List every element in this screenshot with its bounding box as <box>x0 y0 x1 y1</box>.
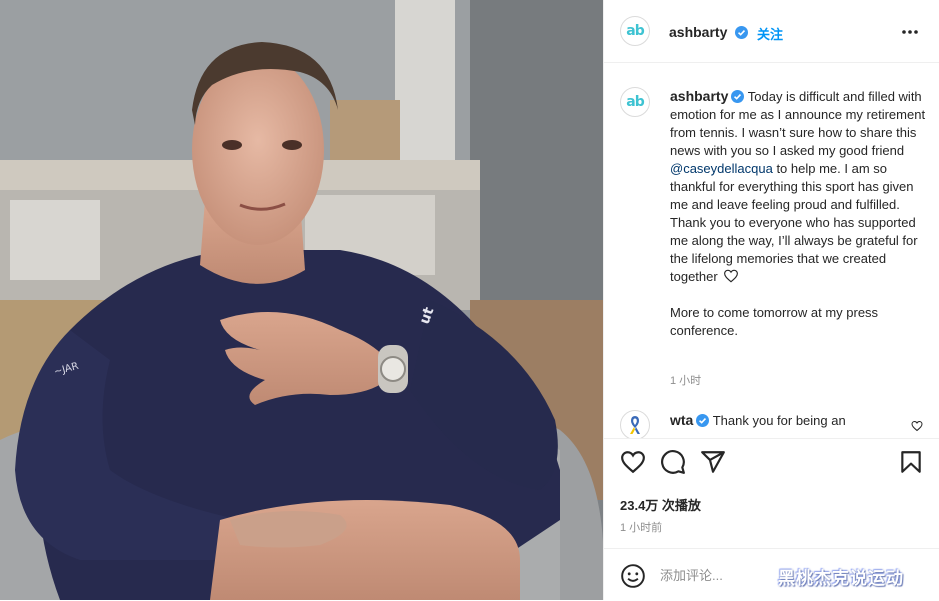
caption-mention-link[interactable]: @caseydellacqua <box>670 161 773 176</box>
verified-badge-icon <box>731 90 745 103</box>
comments-section[interactable]: ab ashbarty Today is difficult and fille… <box>604 63 939 439</box>
caption-text-part-2: to help me. I am so thankful for everyth… <box>670 161 918 284</box>
emoji-icon[interactable] <box>620 563 646 589</box>
heart-icon[interactable] <box>620 449 646 475</box>
post-side-panel: ab ashbarty 关注 ab ashbarty Today is diff… <box>603 0 939 600</box>
post-caption: ashbarty Today is difficult and filled w… <box>670 87 932 340</box>
share-icon[interactable] <box>700 449 726 475</box>
comment-text: Thank you for being an <box>712 413 846 428</box>
comment-username[interactable]: wta <box>670 412 693 428</box>
follow-button[interactable]: 关注 <box>757 24 783 43</box>
caption-paragraph-2: More to come tomorrow at my press confer… <box>670 305 879 338</box>
post-header: ab ashbarty 关注 <box>604 0 939 63</box>
caption-timestamp[interactable]: 1 小时 <box>670 372 701 388</box>
watermark-text: 黑桃杰克说运动 <box>778 569 904 588</box>
post-video[interactable]: ~JAR ut <box>0 0 603 600</box>
caption-username[interactable]: ashbarty <box>670 88 728 104</box>
comment-item: wta Thank you for being an <box>620 410 936 439</box>
caption-paragraph-1: ashbarty Today is difficult and filled w… <box>670 87 932 286</box>
caption-avatar-text: ab <box>626 94 644 110</box>
author-username[interactable]: ashbarty <box>669 24 727 40</box>
author-avatar-text: ab <box>626 23 644 39</box>
author-avatar[interactable]: ab <box>620 16 650 46</box>
heart-outline-icon <box>724 269 739 283</box>
author-name-row: ashbarty <box>669 24 748 42</box>
ribbon-icon[interactable] <box>620 410 650 439</box>
more-options-icon[interactable] <box>900 22 920 42</box>
verified-badge-icon <box>734 26 748 39</box>
video-frame: ~JAR ut <box>0 0 603 600</box>
action-bar <box>604 449 939 485</box>
verified-badge-icon <box>696 414 710 427</box>
post-timestamp[interactable]: 1 小时前 <box>620 519 662 535</box>
comment-body: wta Thank you for being an <box>670 412 880 428</box>
comment-icon[interactable] <box>660 449 686 475</box>
view-count[interactable]: 23.4万 次播放 <box>620 495 701 514</box>
comment-input[interactable] <box>660 566 780 584</box>
caption-author-avatar[interactable]: ab <box>620 87 650 117</box>
comment-like-icon[interactable] <box>911 420 923 432</box>
instagram-post: ~JAR ut ab ashbarty 关注 ab ashbarty Today… <box>0 0 939 600</box>
bookmark-icon[interactable] <box>898 449 924 475</box>
